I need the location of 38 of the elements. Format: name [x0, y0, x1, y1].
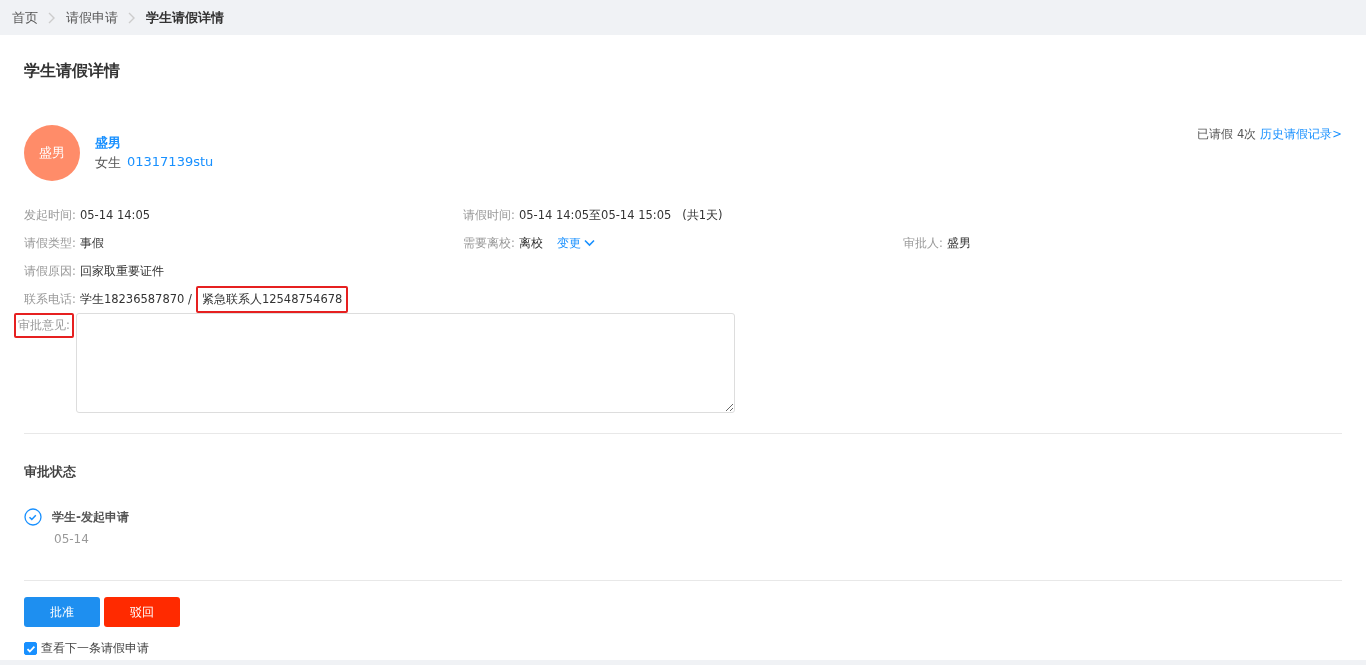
- field-label: 联系电话:: [24, 291, 76, 307]
- field-value: 学生18236587870 /: [79, 291, 192, 307]
- leave-count: 已请假 4次: [1197, 127, 1257, 142]
- field-value: 盛男: [946, 235, 971, 251]
- comment-label: 审批意见:: [14, 313, 74, 338]
- breadcrumb-link[interactable]: 请假申请: [66, 8, 118, 27]
- field-label: 发起时间:: [24, 207, 76, 223]
- chevron-icon: [48, 11, 56, 24]
- avatar: 盛男: [24, 125, 80, 181]
- field-label: 需要离校:: [463, 235, 515, 251]
- approve-button[interactable]: 批准: [24, 597, 100, 627]
- field-value: 紧急联系人12548754678: [195, 285, 349, 313]
- student-name: 盛男: [95, 134, 122, 152]
- chevron-icon: [128, 11, 136, 24]
- checkbox-label: 查看下一条请假申请: [41, 640, 149, 657]
- field-label: 请假原因:: [24, 263, 76, 279]
- step-date: 05-14: [54, 532, 90, 546]
- page-title: 学生请假详情: [24, 60, 121, 82]
- field-label: 审批人:: [903, 235, 943, 251]
- change-link[interactable]: 变更: [556, 235, 595, 251]
- breadcrumb-link[interactable]: 首页: [12, 8, 38, 27]
- field-label: 请假时间:: [463, 207, 515, 223]
- field-value: 05-14 14:05: [79, 208, 151, 222]
- field-value: 事假: [79, 235, 104, 251]
- field-value: 05-14 14:05至05-14 15:05 (共1天): [518, 207, 723, 223]
- chevron-icon: [583, 239, 595, 247]
- student-id: 01317139stu: [127, 154, 214, 171]
- breadcrumb-link[interactable]: 学生请假详情: [146, 8, 224, 27]
- section-title: 审批状态: [24, 464, 77, 481]
- step-title: 学生-发起申请: [52, 509, 129, 526]
- field-label: 请假类型:: [24, 235, 76, 251]
- comment-field[interactable]: [75, 313, 735, 413]
- history-link[interactable]: 历史请假记录>: [1260, 127, 1342, 142]
- gender-text: 女生: [95, 154, 121, 172]
- checkbox[interactable]: [24, 642, 37, 655]
- reject-button[interactable]: 驳回: [104, 597, 180, 627]
- field-value: 离校: [518, 235, 543, 251]
- field-value: 回家取重要证件: [79, 263, 164, 279]
